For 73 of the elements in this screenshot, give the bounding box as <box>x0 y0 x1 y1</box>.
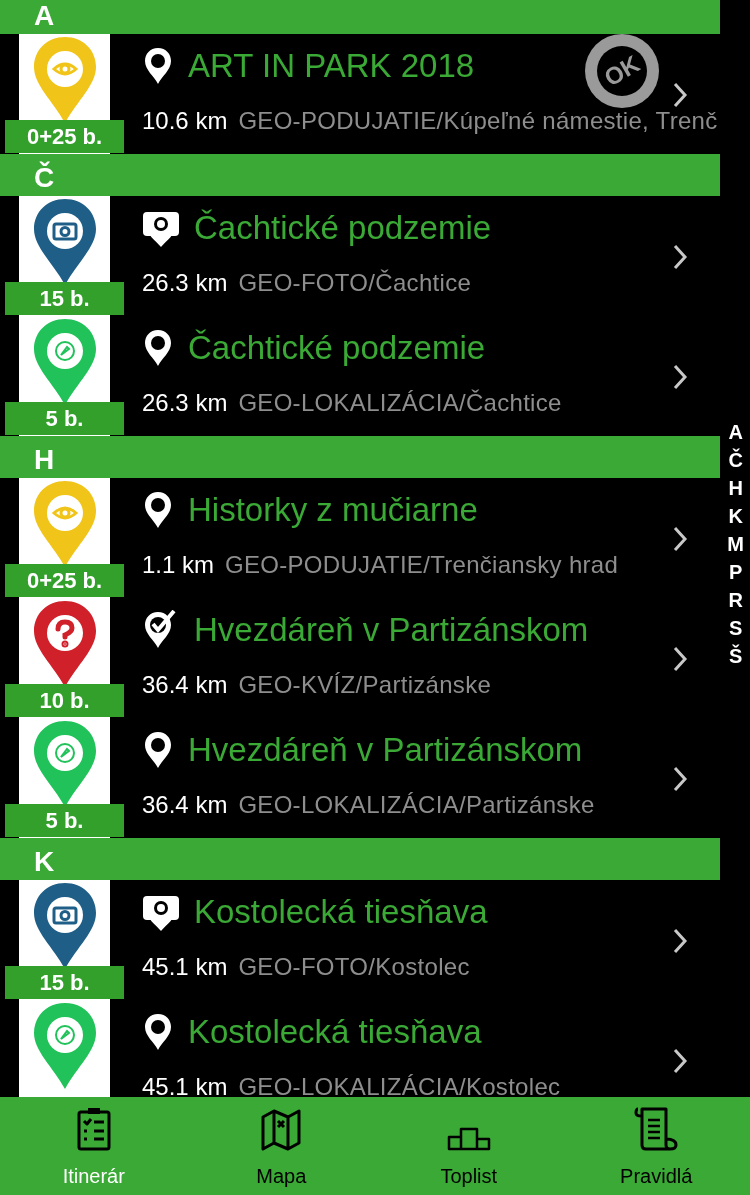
podium-icon <box>446 1125 491 1151</box>
chevron-icon <box>672 526 688 552</box>
category: GEO-KVÍZ/Partizánske <box>238 670 492 700</box>
list-row[interactable]: 15 b. Kostolecká tiesňava 45.1 km GEO-FOTO/Kostolec <box>0 880 720 1000</box>
index-letter[interactable]: Š <box>729 642 743 670</box>
category: GEO-LOKALIZÁCIA/Partizánske <box>238 790 595 820</box>
item-title: Historky z mučiarne <box>188 490 478 531</box>
tab[interactable]: Mapa <box>187 1097 375 1195</box>
category: GEO-PODUJATIE/Kúpeľné námestie, Trenč <box>238 106 718 136</box>
points-label: 10 b. <box>5 684 124 717</box>
location-pin-icon <box>32 1002 97 1090</box>
distance: 36.4 km <box>142 790 228 820</box>
stamp-text: OK <box>598 48 646 94</box>
chevron-icon <box>672 928 688 954</box>
list-row[interactable]: 0+25 b. ART IN PARK 2018 10.6 km GEO-PODUJATIE/Kúpeľné námestie, Trenč OK <box>0 34 720 154</box>
category: GEO-FOTO/Kostolec <box>238 952 470 982</box>
category: GEO-PODUJATIE/Trenčiansky hrad <box>225 550 619 580</box>
section-letter: A <box>34 0 55 33</box>
category: GEO-FOTO/Čachtice <box>238 268 472 298</box>
index-letter[interactable]: R <box>728 586 743 614</box>
chevron-icon <box>672 766 688 792</box>
item-title: Čachtické podzemie <box>188 328 486 369</box>
chevron-icon <box>672 82 688 108</box>
section-letter: H <box>34 443 55 477</box>
distance: 10.6 km <box>142 106 228 136</box>
index-letter[interactable]: Č <box>728 446 743 474</box>
location-pin-icon <box>142 730 174 770</box>
distance: 45.1 km <box>142 952 228 982</box>
item-title: Hvezdáreň v Partizánskom <box>194 610 589 651</box>
points-label: 5 b. <box>5 402 124 435</box>
chevron-icon <box>672 646 688 672</box>
scroll-icon <box>634 1107 679 1151</box>
list-row[interactable]: 10 b. Hvezdáreň v Partizánskom 36.4 km GEO-KVÍZ/Partizánske <box>0 598 720 718</box>
item-title: Čachtické podzemie <box>194 208 492 249</box>
item-title: Kostolecká tiesňava <box>188 1012 482 1053</box>
section-letter: K <box>34 845 55 879</box>
index-letter[interactable]: A <box>728 418 743 446</box>
index-letter[interactable]: P <box>729 558 743 586</box>
tab[interactable]: Toplist <box>375 1097 563 1195</box>
item-title: Hvezdáreň v Partizánskom <box>188 730 583 771</box>
index-letter[interactable]: S <box>729 614 743 642</box>
distance: 1.1 km <box>142 550 215 580</box>
location-pin-icon <box>142 328 174 368</box>
location-pin-icon <box>142 1012 174 1052</box>
location-pin-icon <box>142 490 174 530</box>
location-pin-icon <box>142 46 174 86</box>
index-letter[interactable]: K <box>728 502 743 530</box>
chevron-icon <box>672 244 688 270</box>
chevron-icon <box>672 1048 688 1074</box>
distance: 36.4 km <box>142 670 228 700</box>
section-letter: Č <box>34 160 55 195</box>
distance: 26.3 km <box>142 388 228 418</box>
item-title: ART IN PARK 2018 <box>188 46 475 87</box>
index-letter[interactable]: H <box>728 474 743 502</box>
category: GEO-LOKALIZÁCIA/Kostolec <box>238 1072 561 1097</box>
map-icon <box>261 1109 302 1151</box>
points-label: 15 b. <box>5 966 124 999</box>
chevron-icon <box>672 364 688 390</box>
list-row[interactable]: 0+25 b. Historky z mučiarne 1.1 km GEO-PODUJATIE/Trenčiansky hrad <box>0 478 720 598</box>
distance: 26.3 km <box>142 268 228 298</box>
list-row[interactable]: 5 b. Hvezdáreň v Partizánskom 36.4 km GEO-LOKALIZÁCIA/Partizánske <box>0 718 720 838</box>
points-label: 5 b. <box>5 804 124 837</box>
tab[interactable]: Pravidlá <box>562 1097 750 1195</box>
list-row[interactable]: 15 b. Čachtické podzemie 26.3 km GEO-FOTO/Čachtice <box>0 196 720 316</box>
points-label: 0+25 b. <box>5 120 124 153</box>
category: GEO-LOKALIZÁCIA/Čachtice <box>238 388 562 418</box>
checklist-icon <box>76 1107 111 1151</box>
list-row[interactable]: 5 b. Čachtické podzemie 26.3 km GEO-LOKALIZÁCIA/Čachtice <box>0 316 720 436</box>
points-label: 0+25 b. <box>5 564 124 597</box>
index-letter[interactable]: M <box>727 530 744 558</box>
item-title: Kostolecká tiesňava <box>194 892 488 933</box>
points-label: 15 b. <box>5 282 124 315</box>
distance: 45.1 km <box>142 1072 228 1097</box>
